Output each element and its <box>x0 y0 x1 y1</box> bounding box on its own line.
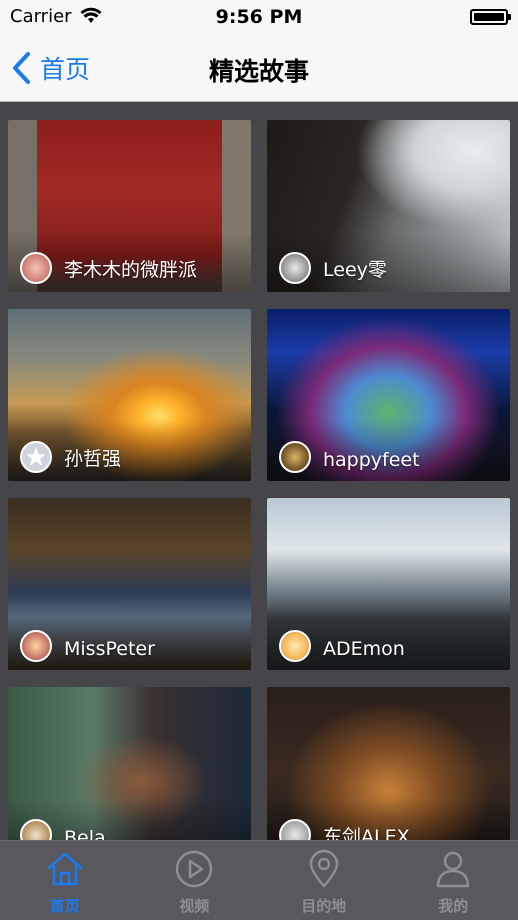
tab-home[interactable]: 首页 <box>0 841 130 920</box>
tab-destination[interactable]: 目的地 <box>259 841 389 920</box>
avatar <box>279 630 311 662</box>
story-card[interactable]: ADEmon <box>267 498 510 670</box>
avatar <box>20 252 52 284</box>
tab-bar: 首页 视频 目的地 我的 <box>0 840 518 920</box>
tab-video-label: 视频 <box>179 897 210 915</box>
star-icon <box>26 447 46 466</box>
avatar <box>20 441 52 473</box>
story-author: MissPeter <box>64 638 155 660</box>
page-title: 精选故事 <box>208 57 309 86</box>
avatar <box>20 630 52 662</box>
story-author: 东剑ALEX <box>323 826 410 840</box>
story-card[interactable]: happyfeet <box>267 309 510 481</box>
story-author: Bela <box>64 827 106 840</box>
avatar <box>279 441 311 473</box>
story-author: Leey零 <box>323 259 387 281</box>
tab-profile[interactable]: 我的 <box>389 841 518 920</box>
home-icon <box>47 852 82 886</box>
tab-destination-label: 目的地 <box>301 897 347 915</box>
tab-profile-label: 我的 <box>438 897 469 915</box>
battery-icon <box>470 9 511 25</box>
story-author: ADEmon <box>323 638 405 660</box>
story-author: happyfeet <box>323 449 420 471</box>
location-pin-icon <box>309 849 338 888</box>
status-bar: Carrier 9:56 PM <box>0 0 518 34</box>
story-card[interactable]: 孙哲强 <box>8 309 251 481</box>
story-author: 李木木的微胖派 <box>64 259 198 281</box>
story-grid: 李木木的微胖派 Leey零 孙哲强 happyfeet MissPeter AD… <box>0 103 518 840</box>
user-icon <box>437 851 470 888</box>
story-card[interactable]: Bela <box>8 687 251 840</box>
story-card[interactable]: 东剑ALEX <box>267 687 510 840</box>
status-time: 9:56 PM <box>215 6 303 28</box>
avatar <box>279 252 311 284</box>
story-card[interactable]: Leey零 <box>267 120 510 292</box>
story-card[interactable]: MissPeter <box>8 498 251 670</box>
navigation-bar: 首页 精选故事 <box>0 34 518 102</box>
story-card[interactable]: 李木木的微胖派 <box>8 120 251 292</box>
play-icon <box>176 850 213 888</box>
story-author: 孙哲强 <box>64 448 122 470</box>
tab-home-label: 首页 <box>49 897 80 915</box>
tab-video[interactable]: 视频 <box>130 841 260 920</box>
